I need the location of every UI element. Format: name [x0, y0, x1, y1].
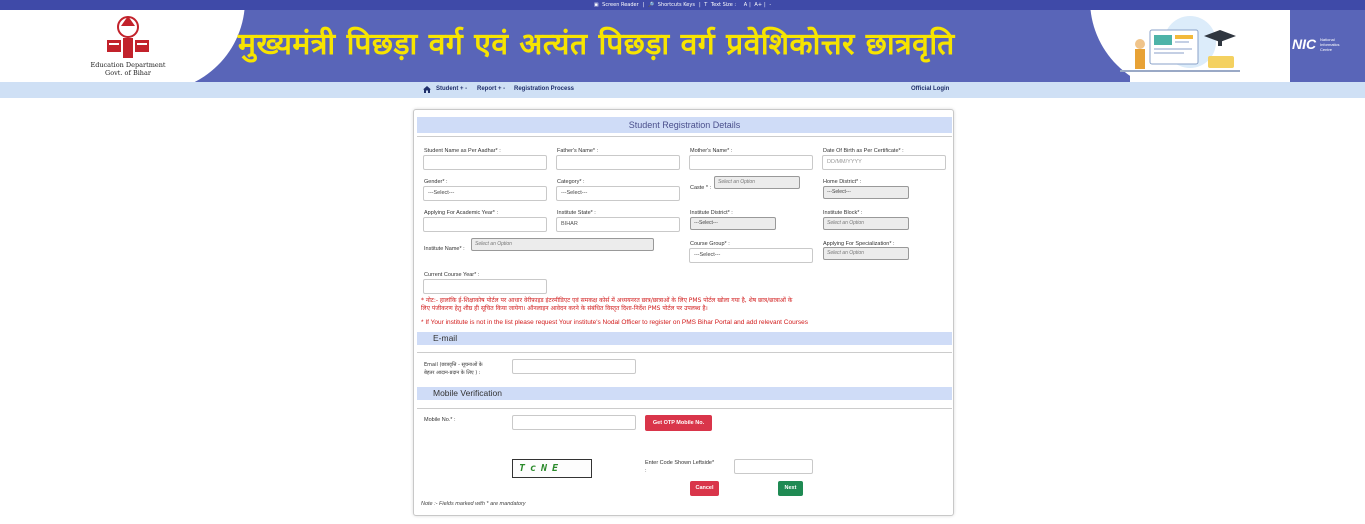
divider — [417, 408, 952, 409]
institute-notice: * If Your institute is not in the list p… — [421, 319, 809, 326]
bihar-emblem-logo — [107, 16, 149, 58]
institute-block-label: Institute Block* : — [823, 210, 863, 216]
mobile-label: Mobile No.* : — [424, 417, 456, 423]
text-size-normal-button[interactable]: A+ — [754, 2, 762, 8]
registration-form-card: Student Registration Details Student Nam… — [413, 109, 954, 516]
text-size-label: T Text Size : — [704, 2, 737, 8]
student-name-label: Student Name as Per Aadhar* : — [424, 148, 501, 154]
institute-block-select[interactable]: Select an Option — [823, 217, 909, 230]
hindi-notice: * नोट:- हालांकि ई-शिक्षाकोष पोर्टल पर आध… — [421, 297, 793, 312]
home-district-select[interactable]: ---Select--- — [823, 186, 909, 199]
gender-label: Gender* : — [424, 179, 448, 185]
email-label: Email (छात्रवृत्ति - सूचनाओं के बेहतर आद… — [424, 362, 483, 376]
category-select[interactable]: ---Select--- — [556, 186, 680, 201]
captcha-input[interactable] — [734, 459, 813, 474]
gender-select[interactable]: ---Select--- — [423, 186, 547, 201]
home-district-label: Home District* : — [823, 179, 862, 185]
form-title: Student Registration Details — [417, 117, 952, 133]
academic-year-input[interactable] — [423, 217, 547, 232]
captcha-image: TcNE — [512, 459, 592, 478]
institute-district-select[interactable]: ---Select--- — [690, 217, 776, 230]
mothers-name-input[interactable] — [689, 155, 813, 170]
scheme-title: मुख्यमंत्री पिछड़ा वर्ग एवं अत्यंत पिछड़… — [238, 27, 955, 62]
course-group-select[interactable]: ---Select--- — [689, 248, 813, 263]
nav-registration-process[interactable]: Registration Process — [514, 86, 574, 92]
fathers-name-input[interactable] — [556, 155, 680, 170]
shortcut-keys-link[interactable]: 🔎 Shortcuts Keys — [648, 2, 697, 8]
nav-report-menu[interactable]: Report + - — [477, 86, 505, 92]
text-size-small-button[interactable]: A — [744, 2, 747, 8]
captcha-colon: : — [645, 468, 647, 474]
next-button[interactable]: Next — [778, 481, 803, 496]
captcha-label: Enter Code Shown Leftside* — [645, 460, 715, 466]
main-navbar: Student + - Report + - Registration Proc… — [0, 82, 1365, 98]
institute-state-input[interactable]: BIHAR — [556, 217, 680, 232]
email-input[interactable] — [512, 359, 636, 374]
academic-year-label: Applying For Academic Year* : — [424, 210, 498, 216]
specialization-select[interactable]: Select an Option — [823, 247, 909, 260]
accessibility-bar: ▣ Screen Reader | 🔎 Shortcuts Keys | T Tex… — [0, 0, 1365, 10]
home-icon[interactable] — [423, 86, 431, 93]
screen-reader-link[interactable]: ▣ Screen Reader — [594, 2, 641, 8]
nav-student-menu[interactable]: Student + - — [436, 86, 467, 92]
mandatory-fields-note: Note :- Fields marked with * are mandato… — [421, 501, 526, 507]
divider — [417, 136, 952, 137]
course-year-label: Current Course Year* : — [424, 272, 480, 278]
nic-logo: NIC National Informatics Centre — [1292, 36, 1340, 52]
caste-select[interactable]: Select an Option — [714, 176, 800, 189]
category-label: Category* : — [557, 179, 585, 185]
text-size-large-button[interactable]: - — [769, 2, 771, 8]
institute-name-select[interactable]: Select an Option — [471, 238, 654, 251]
course-year-input[interactable] — [423, 279, 547, 294]
institute-state-label: Institute State* : — [557, 210, 596, 216]
caste-label: Caste * : — [690, 185, 712, 191]
mothers-name-label: Mother's Name* : — [690, 148, 733, 154]
dob-input[interactable]: DD/MM/YYYY — [822, 155, 946, 170]
cancel-button[interactable]: Cancel — [690, 481, 719, 496]
header-banner: Education Department Govt. of Bihar मुख्… — [0, 10, 1365, 82]
institute-name-label: Institute Name* : — [424, 246, 465, 252]
get-otp-button[interactable]: Get OTP Mobile No. — [645, 415, 712, 431]
institute-district-label: Institute District* : — [690, 210, 733, 216]
dob-label: Date Of Birth as Per Certificate* : — [823, 148, 904, 154]
fathers-name-label: Father's Name* : — [557, 148, 599, 154]
mobile-section-header: Mobile Verification — [417, 387, 952, 400]
email-section-header: E-mail — [417, 332, 952, 345]
official-login-link[interactable]: Official Login — [911, 86, 949, 92]
mobile-input[interactable] — [512, 415, 636, 430]
student-name-input[interactable] — [423, 155, 547, 170]
course-group-label: Course Group* : — [690, 241, 730, 247]
education-illustration — [1120, 16, 1240, 72]
department-name: Education Department Govt. of Bihar — [90, 61, 166, 77]
divider — [417, 352, 952, 353]
